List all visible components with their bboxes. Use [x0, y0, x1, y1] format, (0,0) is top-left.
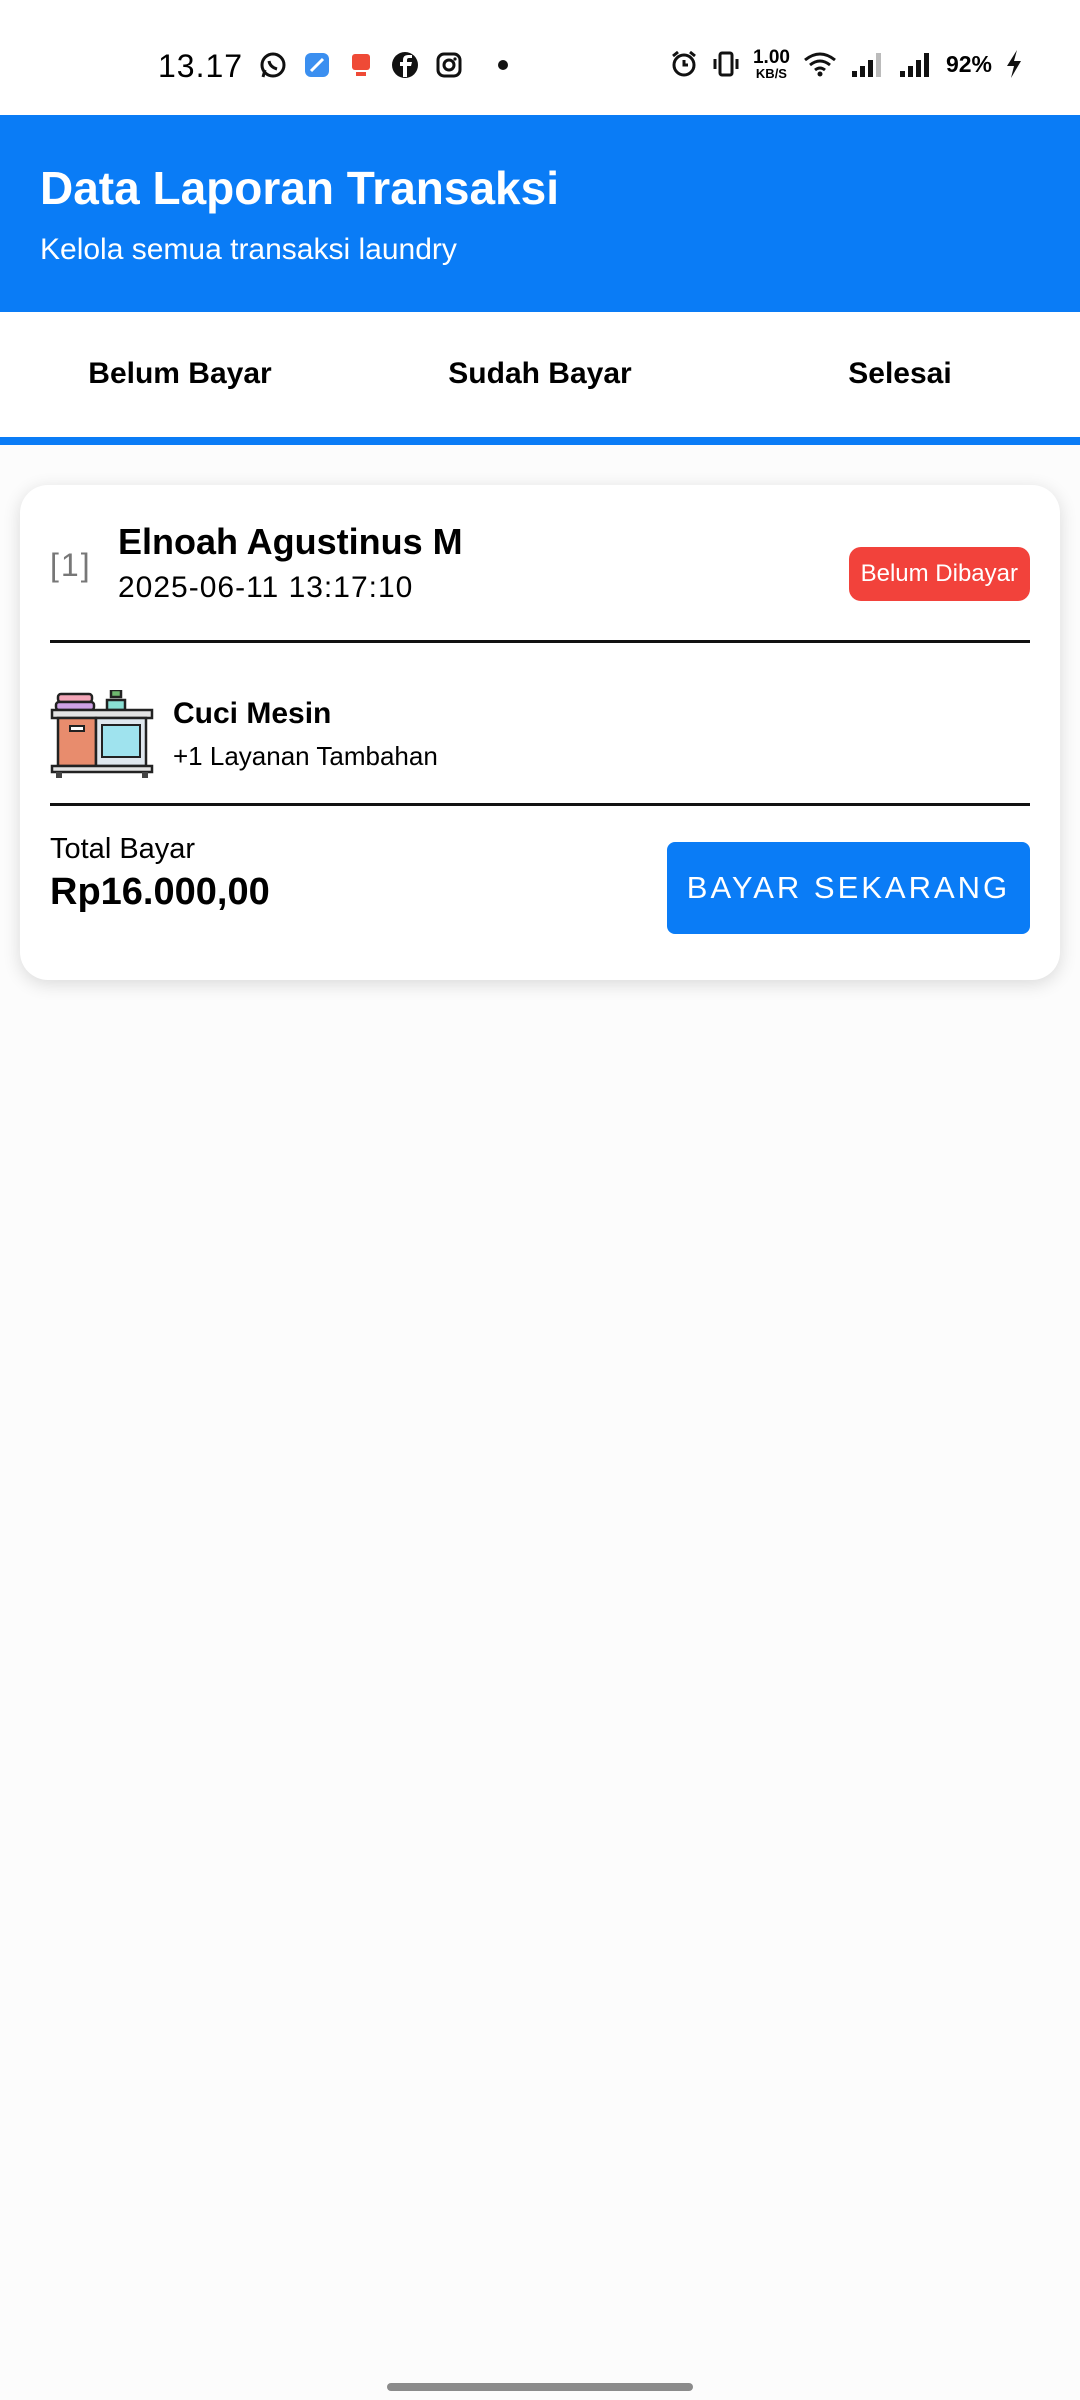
page-title: Data Laporan Transaksi: [40, 162, 559, 214]
total-label: Total Bayar: [50, 833, 196, 865]
signal-sim1-icon: [850, 49, 886, 79]
tab-sudah-bayar[interactable]: Sudah Bayar: [360, 312, 720, 444]
laundry-shelf-icon: [50, 688, 154, 778]
order-datetime: 2025-06-11 13:17:10: [118, 571, 414, 604]
shop-pay-icon: [346, 50, 376, 80]
notification-dot-icon: [498, 60, 508, 70]
pay-now-button[interactable]: BAYAR SEKARANG: [667, 842, 1030, 934]
network-speed: 1.00 KB/S: [753, 48, 790, 80]
battery-percent: 92%: [945, 50, 992, 77]
facebook-icon: [390, 50, 420, 80]
page-subtitle: Kelola semua transaksi laundry: [40, 233, 457, 266]
service-extra: +1 Layanan Tambahan: [173, 741, 438, 771]
signal-sim2-icon: [898, 49, 934, 79]
whatsapp-icon: [258, 50, 288, 80]
notification-icons: [258, 50, 508, 80]
app-header: Data Laporan Transaksi Kelola semua tran…: [0, 115, 1080, 312]
divider-bottom: [50, 803, 1030, 806]
status-badge: Belum Dibayar: [848, 547, 1030, 601]
total-amount: Rp16.000,00: [50, 871, 270, 913]
tab-selesai[interactable]: Selesai: [720, 312, 1080, 444]
charging-bolt-icon: [1004, 49, 1024, 79]
blue-app-icon: [302, 50, 332, 80]
vibrate-icon: [711, 49, 741, 79]
transaction-card[interactable]: [1] Elnoah Agustinus M 2025-06-11 13:17:…: [20, 485, 1060, 980]
service-name: Cuci Mesin: [173, 697, 332, 730]
status-bar: 13.17 1.00 KB/S 92%: [0, 0, 1080, 115]
network-speed-value: 1.00: [752, 47, 790, 68]
alarm-icon: [669, 49, 699, 79]
tab-indicator: [0, 437, 1080, 445]
tab-bar: Belum Bayar Sudah Bayar Selesai: [0, 312, 1080, 444]
home-indicator[interactable]: [387, 2383, 693, 2391]
network-speed-unit: KB/S: [755, 66, 787, 81]
tab-belum-bayar[interactable]: Belum Bayar: [0, 312, 360, 444]
status-time: 13.17: [158, 48, 244, 84]
instagram-icon: [434, 50, 464, 80]
system-icons: 1.00 KB/S 92%: [669, 48, 1024, 80]
divider-top: [50, 640, 1030, 643]
customer-name: Elnoah Agustinus M: [118, 521, 463, 562]
order-index: [1]: [50, 547, 92, 583]
wifi-icon: [802, 49, 838, 79]
